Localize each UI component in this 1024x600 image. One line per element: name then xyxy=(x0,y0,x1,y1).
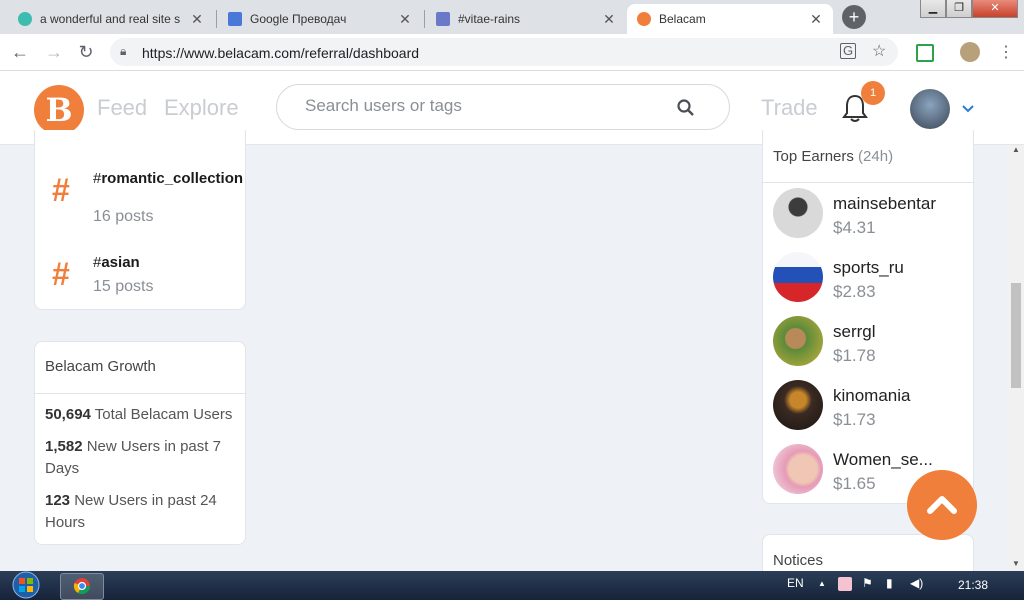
windows-taskbar: EN ▲ ⚑ ▮ ◀) 21:38 xyxy=(0,571,1024,600)
browser-tab-3[interactable]: #vitae-rains ✕ xyxy=(426,4,626,34)
divider xyxy=(763,182,973,183)
chrome-taskbar-button[interactable] xyxy=(60,573,104,600)
scroll-down-arrow-icon[interactable]: ▼ xyxy=(1012,559,1020,568)
scroll-up-arrow-icon[interactable]: ▲ xyxy=(1012,145,1020,154)
belacam-logo[interactable]: B xyxy=(34,85,84,135)
earner-amount: $1.73 xyxy=(833,410,876,429)
tab-title: Google Преводач xyxy=(250,12,347,26)
earner-amount: $1.78 xyxy=(833,346,876,365)
volume-icon[interactable]: ◀) xyxy=(910,576,923,590)
search-icon[interactable] xyxy=(677,99,695,117)
extension-icon[interactable] xyxy=(916,44,934,62)
menu-kebab-icon[interactable]: ⋮ xyxy=(998,42,1014,62)
translate-icon[interactable]: G xyxy=(840,43,856,59)
top-earners-card: Top Earners (24h) mainsebentar $4.31 spo… xyxy=(762,130,974,504)
tag-post-count: 15 posts xyxy=(93,278,154,295)
page-scrollbar[interactable]: ▲ ▼ xyxy=(1008,145,1024,571)
hashtag-icon: # xyxy=(52,172,70,208)
earner-amount: $1.65 xyxy=(833,474,876,493)
lock-icon: 🔒︎ xyxy=(120,44,127,58)
notices-title: Notices xyxy=(773,552,824,569)
browser-tab-4[interactable]: Belacam ✕ xyxy=(627,4,833,34)
language-indicator[interactable]: EN xyxy=(787,576,804,590)
tab-title: Belacam xyxy=(659,12,706,26)
earner-avatar[interactable] xyxy=(773,252,823,302)
stat-7-days: 1,582 New Users in past 7 Days xyxy=(45,438,221,477)
browser-tab-2[interactable]: Google Преводач ✕ xyxy=(218,4,422,34)
close-tab-icon[interactable]: ✕ xyxy=(809,11,823,28)
translate-favicon-icon xyxy=(228,12,242,26)
search-input[interactable] xyxy=(303,95,667,117)
top-earners-title: Top Earners (24h) xyxy=(773,148,894,165)
chevron-down-icon[interactable] xyxy=(962,105,974,113)
nav-feed[interactable]: Feed xyxy=(97,95,147,121)
restore-window-button[interactable]: ❐ xyxy=(946,0,972,18)
browser-toolbar: ← → ↻ 🔒︎ https://www.belacam.com/referra… xyxy=(0,34,1024,71)
divider xyxy=(35,393,245,394)
earner-name[interactable]: Women_se... xyxy=(833,450,933,470)
trending-tags-card: # #romantic_collection 16 posts # #asian… xyxy=(34,130,246,310)
back-icon[interactable]: ← xyxy=(10,42,30,62)
chrome-icon xyxy=(73,578,91,595)
show-hidden-icons-icon[interactable]: ▲ xyxy=(818,579,826,588)
browser-tab-1[interactable]: a wonderful and real site s ✕ xyxy=(8,4,214,34)
forward-icon[interactable]: → xyxy=(44,42,64,62)
tab-title: #vitae-rains xyxy=(458,12,521,26)
earner-name[interactable]: mainsebentar xyxy=(833,194,936,214)
bookmark-star-icon[interactable]: ☆ xyxy=(872,41,886,61)
earner-amount: $4.31 xyxy=(833,218,876,237)
profile-avatar-icon[interactable] xyxy=(960,42,980,62)
earner-amount: $2.83 xyxy=(833,282,876,301)
close-window-button[interactable]: ✕ xyxy=(972,0,1018,18)
search-box[interactable] xyxy=(276,84,730,130)
action-center-flag-icon[interactable]: ⚑ xyxy=(862,576,873,590)
earner-avatar[interactable] xyxy=(773,380,823,430)
site-favicon-icon xyxy=(18,12,32,26)
scroll-to-top-button[interactable] xyxy=(907,470,977,540)
growth-title: Belacam Growth xyxy=(45,358,156,375)
address-bar[interactable]: 🔒︎ https://www.belacam.com/referral/dash… xyxy=(110,38,898,66)
growth-card: Belacam Growth 50,694 Total Belacam User… xyxy=(34,341,246,545)
tag-link[interactable]: #asian xyxy=(93,254,140,271)
nav-explore[interactable]: Explore xyxy=(164,95,239,121)
belacam-favicon-icon xyxy=(637,12,651,26)
chevron-up-icon xyxy=(927,496,957,514)
url-text[interactable]: https://www.belacam.com/referral/dashboa… xyxy=(142,45,419,61)
earner-name[interactable]: kinomania xyxy=(833,386,911,406)
stat-24-hours: 123 New Users in past 24 Hours xyxy=(45,492,217,531)
browser-tab-strip: a wonderful and real site s ✕ Google Пре… xyxy=(0,0,1024,34)
user-avatar[interactable] xyxy=(910,89,950,129)
scrollbar-thumb[interactable] xyxy=(1011,283,1021,388)
new-tab-button[interactable]: + xyxy=(842,5,866,29)
stat-total-users: 50,694 Total Belacam Users xyxy=(45,406,233,423)
reload-icon[interactable]: ↻ xyxy=(76,42,96,62)
earner-name[interactable]: serrgl xyxy=(833,322,876,342)
start-button[interactable] xyxy=(6,571,46,600)
earner-avatar[interactable] xyxy=(773,444,823,494)
notification-count-badge: 1 xyxy=(861,81,885,105)
site-favicon-icon xyxy=(436,12,450,26)
close-tab-icon[interactable]: ✕ xyxy=(190,11,204,28)
close-tab-icon[interactable]: ✕ xyxy=(398,11,412,28)
hashtag-icon: # xyxy=(52,256,70,292)
earner-avatar[interactable] xyxy=(773,188,823,238)
tag-link[interactable]: #romantic_collection xyxy=(93,170,243,187)
nav-trade[interactable]: Trade xyxy=(761,95,818,121)
close-tab-icon[interactable]: ✕ xyxy=(602,11,616,28)
clock-time[interactable]: 21:38 xyxy=(958,578,988,592)
minimize-window-button[interactable]: ▁ xyxy=(920,0,946,18)
app-tray-icon[interactable] xyxy=(838,577,852,591)
tab-title: a wonderful and real site s xyxy=(40,12,181,26)
power-icon[interactable]: ▮ xyxy=(886,576,893,590)
earner-name[interactable]: sports_ru xyxy=(833,258,904,278)
earner-avatar[interactable] xyxy=(773,316,823,366)
tag-post-count: 16 posts xyxy=(93,208,154,225)
